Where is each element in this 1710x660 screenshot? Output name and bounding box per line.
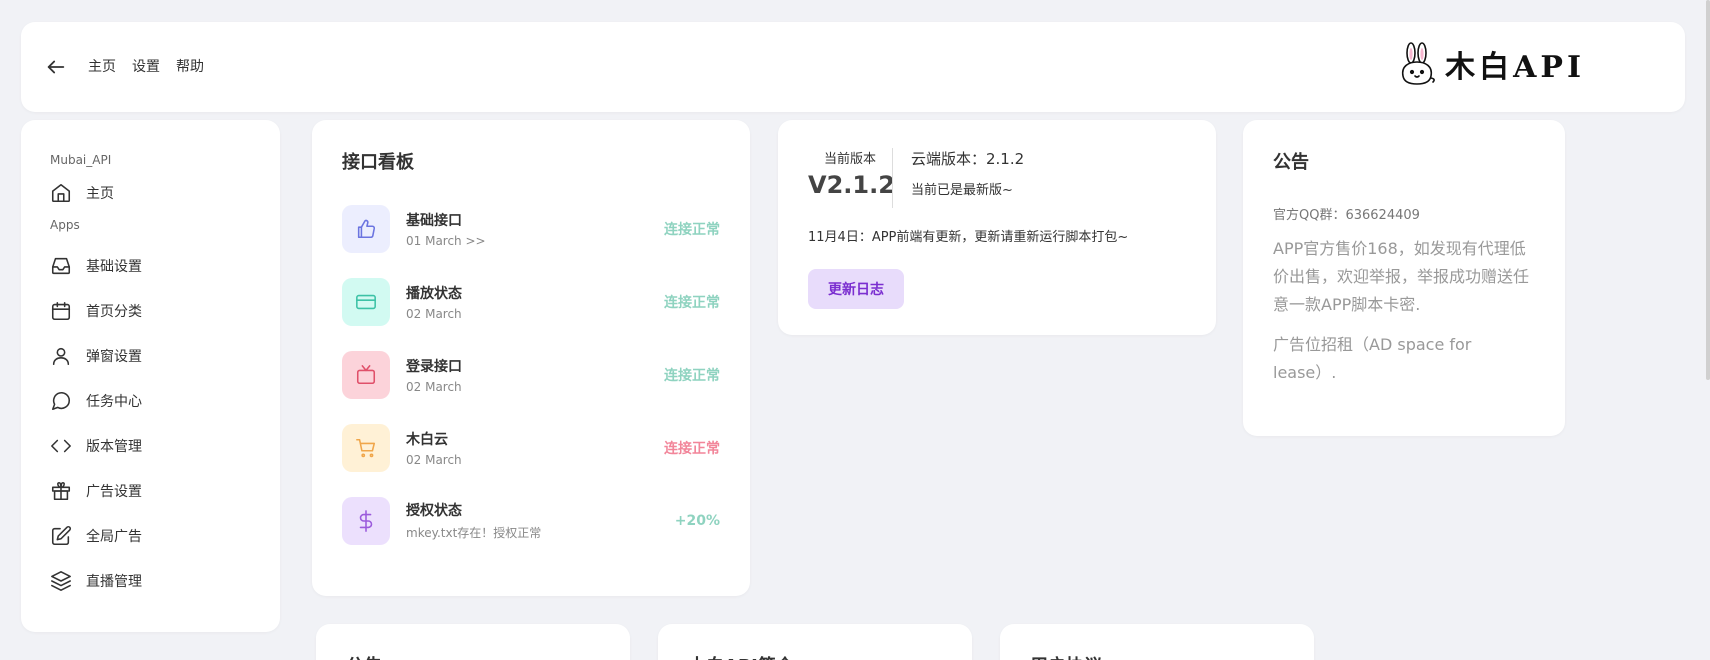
gift-icon <box>51 481 71 500</box>
update-log-button[interactable]: 更新日志 <box>808 269 904 309</box>
sidebar-item-ad-settings[interactable]: 广告设置 <box>21 468 280 513</box>
version-card: 当前版本 V2.1.2 云端版本：2.1.2 当前已是最新版~ 11月4日：AP… <box>778 120 1216 335</box>
sidebar-item-label: 直播管理 <box>86 573 142 590</box>
sidebar-section-title: Mubai_API <box>50 153 112 167</box>
row-title: 登录接口 <box>406 358 462 375</box>
notice-paragraph: 广告位招租（AD space for lease）. <box>1273 335 1472 382</box>
message-icon <box>51 391 71 410</box>
scrollbar[interactable] <box>1706 0 1710 380</box>
sidebar-section-apps: Apps <box>50 218 80 232</box>
notice-qq-group: 官方QQ群：636624409 <box>1273 208 1420 223</box>
current-version-label: 当前版本 <box>823 152 876 167</box>
row-subtitle: 02 March <box>406 452 462 467</box>
tv-icon <box>342 350 390 399</box>
sidebar-item-home-category[interactable]: 首页分类 <box>21 288 280 333</box>
status-badge: 连接正常 <box>664 294 720 311</box>
user-icon <box>52 347 70 365</box>
notice-card: 公告 官方QQ群：636624409 APP官方售价168，如发现有代理低价出售… <box>1243 120 1565 436</box>
board-row-play-status[interactable]: 播放状态 02 March 连接正常 <box>342 265 720 338</box>
row-subtitle: 02 March <box>406 379 462 394</box>
board-row-mubai-cloud[interactable]: 木白云 02 March 连接正常 <box>342 411 720 484</box>
bottom-card-agreement: 用户协议 <box>1000 624 1314 660</box>
sidebar: Mubai_API 主页 Apps 基础设置 首页分类 弹窗设置 任务中心 版本… <box>21 120 280 632</box>
version-news: 11月4日：APP前端有更新，更新请重新运行脚本打包~ <box>808 230 1129 245</box>
sidebar-item-label: 版本管理 <box>86 438 142 455</box>
board-row-login-api[interactable]: 登录接口 02 March 连接正常 <box>342 338 720 411</box>
bottom-card-title: 木白API简介 <box>688 652 942 660</box>
dollar-icon <box>342 496 390 545</box>
inbox-icon <box>51 257 71 274</box>
cart-icon <box>342 423 390 472</box>
nav-settings-link[interactable]: 设置 <box>132 56 160 76</box>
layers-icon <box>51 570 71 591</box>
sidebar-item-label: 基础设置 <box>86 258 142 275</box>
divider <box>892 148 893 208</box>
board-list: 基础接口 01 March >> 连接正常 播放状态 02 March 连接正常… <box>342 192 720 557</box>
sidebar-item-label: 广告设置 <box>86 483 142 500</box>
row-title: 授权状态 <box>406 503 462 519</box>
sidebar-item-label: 首页分类 <box>86 303 142 320</box>
sidebar-item-label: 任务中心 <box>86 393 142 410</box>
current-version-value: V2.1.2 <box>808 171 895 199</box>
credit-card-icon <box>342 277 390 326</box>
sidebar-item-popup-settings[interactable]: 弹窗设置 <box>21 333 280 378</box>
row-title: 木白云 <box>406 431 448 448</box>
status-badge: 连接正常 <box>664 367 720 384</box>
sidebar-item-global-ads[interactable]: 全局广告 <box>21 513 280 558</box>
home-icon <box>51 183 71 202</box>
bottom-card-title: 公告 <box>346 652 600 660</box>
board-row-auth-status[interactable]: 授权状态 mkey.txt存在！授权正常 +20% <box>342 484 720 557</box>
sidebar-item-live-management[interactable]: 直播管理 <box>21 558 280 603</box>
sidebar-item-home[interactable]: 主页 <box>21 170 280 215</box>
board-row-basic-api[interactable]: 基础接口 01 March >> 连接正常 <box>342 192 720 265</box>
sidebar-item-task-center[interactable]: 任务中心 <box>21 378 280 423</box>
interface-board-card: 接口看板 基础接口 01 March >> 连接正常 播放状态 02 March… <box>312 120 750 596</box>
sidebar-item-label: 主页 <box>86 185 114 202</box>
code-icon <box>51 439 71 452</box>
notice-paragraph: APP官方售价168，如发现有代理低价出售，欢迎举报，举报成功赠送任意一款APP… <box>1273 239 1530 314</box>
sidebar-item-version-management[interactable]: 版本管理 <box>21 423 280 468</box>
sidebar-item-label: 弹窗设置 <box>86 348 142 365</box>
rabbit-logo-icon <box>1402 42 1436 85</box>
row-title: 基础接口 <box>406 212 462 229</box>
edit-icon <box>51 525 71 545</box>
arrow-left-icon[interactable] <box>45 56 67 78</box>
bottom-card-title: 用户协议 <box>1030 652 1284 660</box>
thumbs-up-icon <box>342 204 390 253</box>
status-badge: 连接正常 <box>664 221 720 238</box>
bottom-card-notice: 公告 <box>316 624 630 660</box>
row-title: 播放状态 <box>406 285 462 302</box>
bottom-card-intro: 木白API简介 <box>658 624 972 660</box>
logo-text: 木白API <box>1445 50 1585 85</box>
nav-help-link[interactable]: 帮助 <box>176 56 204 76</box>
sidebar-item-basic-settings[interactable]: 基础设置 <box>21 243 280 288</box>
row-subtitle: 02 March <box>406 306 462 321</box>
sidebar-item-label: 全局广告 <box>86 528 142 545</box>
brand-logo[interactable]: 木白API <box>1397 42 1585 86</box>
row-subtitle: 01 March >> <box>406 233 486 248</box>
nav-home-link[interactable]: 主页 <box>88 56 116 76</box>
board-title: 接口看板 <box>342 152 414 173</box>
top-header: 主页 设置 帮助 木白API <box>21 22 1685 112</box>
status-badge: 连接正常 <box>664 440 720 457</box>
cloud-version: 云端版本：2.1.2 <box>911 150 1025 168</box>
notice-title: 公告 <box>1273 152 1309 173</box>
status-badge: +20% <box>674 512 720 529</box>
calendar-icon <box>51 301 71 320</box>
cloud-version-note: 当前已是最新版~ <box>911 183 1013 198</box>
row-subtitle: mkey.txt存在！授权正常 <box>406 526 542 540</box>
top-nav: 主页 设置 帮助 <box>88 56 204 76</box>
